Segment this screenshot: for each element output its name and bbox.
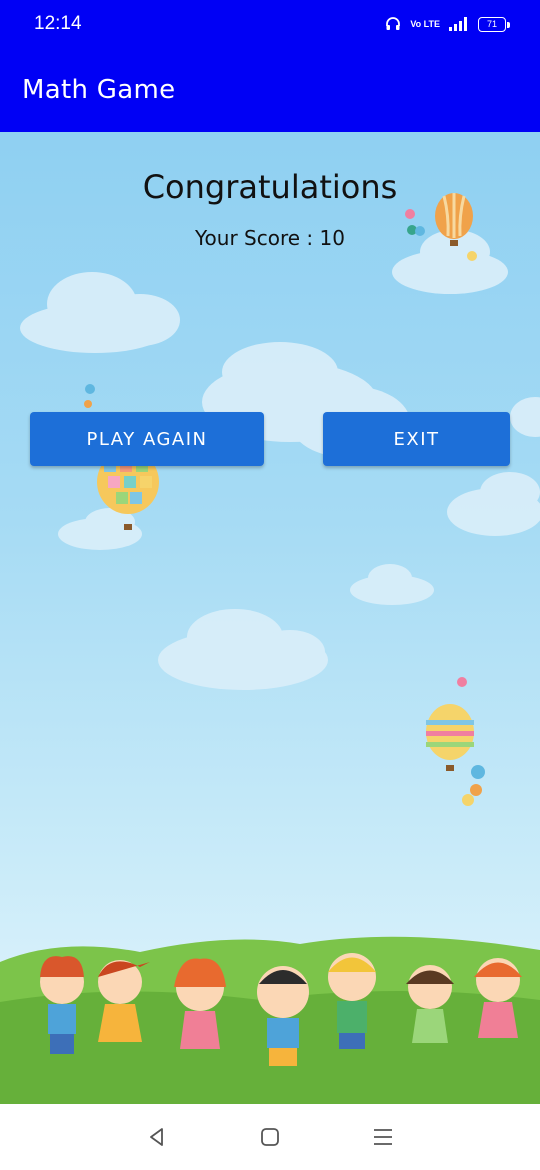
game-result-screen: Congratulations Your Score : 10 PLAY AGA… [0,132,540,1104]
status-time: 12:14 [34,13,82,34]
score-text: Your Score : 10 [195,226,345,250]
headset-icon [386,17,401,30]
congratulations-heading: Congratulations [142,168,398,206]
recents-icon [374,1129,393,1145]
volte-icon: Vo LTE [410,19,440,29]
home-icon [261,1128,279,1146]
app-title: Math Game [22,75,176,105]
cloud [510,397,540,437]
back-icon [149,1128,163,1146]
exit-label: EXIT [393,428,440,450]
play-again-label: PLAY AGAIN [86,428,208,450]
back-button[interactable] [137,1117,177,1157]
exit-button[interactable]: EXIT [323,412,510,466]
signal-icon [449,17,467,31]
play-again-button[interactable]: PLAY AGAIN [30,412,264,466]
background-illustration [0,193,540,1104]
battery-icon: 71 [478,16,510,32]
system-navigation-bar [0,1104,540,1170]
battery-level: 71 [486,19,497,29]
hot-air-balloon [426,677,485,806]
recents-button[interactable] [363,1117,403,1157]
status-icons: Vo LTE 71 [385,16,510,32]
app-bar: Math Game [0,48,540,132]
status-bar: 12:14 Vo LTE 71 [0,0,540,48]
home-button[interactable] [250,1117,290,1157]
